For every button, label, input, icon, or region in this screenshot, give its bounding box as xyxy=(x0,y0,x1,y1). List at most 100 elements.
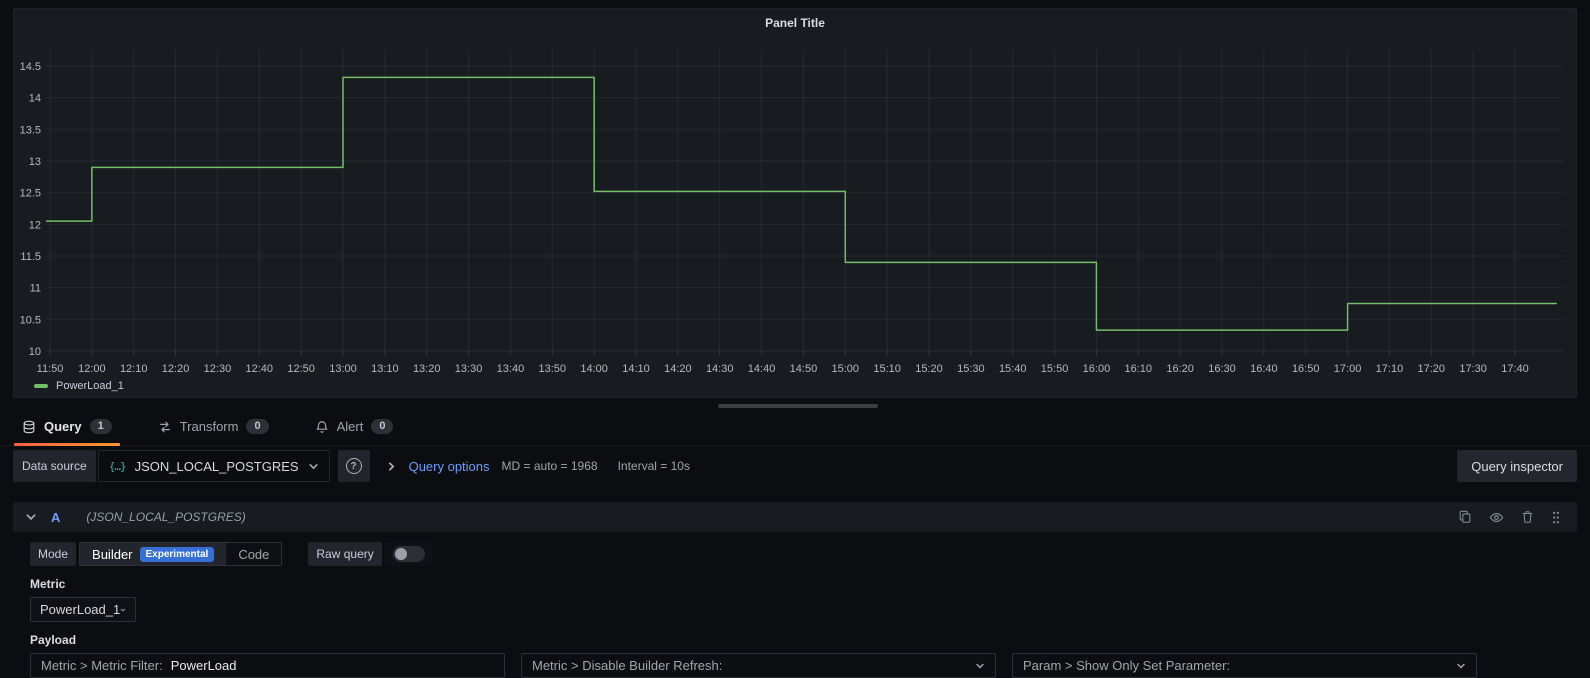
metric-filter-field-value[interactable]: PowerLoad xyxy=(171,658,237,673)
svg-text:10.5: 10.5 xyxy=(20,314,41,326)
duplicate-query-button[interactable] xyxy=(1458,510,1472,524)
svg-text:16:40: 16:40 xyxy=(1250,363,1278,375)
raw-query-toggle[interactable] xyxy=(385,542,433,566)
svg-text:11:50: 11:50 xyxy=(37,363,64,375)
svg-text:15:10: 15:10 xyxy=(873,363,901,375)
svg-text:17:20: 17:20 xyxy=(1418,363,1446,375)
legend-swatch xyxy=(34,384,48,388)
svg-text:12:10: 12:10 xyxy=(120,363,148,375)
collapse-chevron-icon[interactable] xyxy=(25,511,37,523)
chevron-right-icon xyxy=(386,461,397,472)
svg-text:14:50: 14:50 xyxy=(790,363,818,375)
time-series-chart: 11:50 12:00 12:10 12:20 12:30 12:40 12:50 13:00… xyxy=(14,9,1578,399)
svg-text:15:40: 15:40 xyxy=(999,363,1027,375)
editor-tabs: Query 1 Transform 0 Alert 0 xyxy=(0,408,1590,446)
mode-row: Mode Builder Experimental Code Raw query xyxy=(30,542,1577,566)
svg-text:12:30: 12:30 xyxy=(204,363,232,375)
svg-text:12.5: 12.5 xyxy=(20,188,41,200)
tab-alert-count-badge: 0 xyxy=(371,419,393,434)
svg-text:15:00: 15:00 xyxy=(832,363,860,375)
svg-text:12:40: 12:40 xyxy=(246,363,274,375)
tab-alert[interactable]: Alert 0 xyxy=(307,408,402,446)
svg-text:13:10: 13:10 xyxy=(371,363,399,375)
svg-text:13: 13 xyxy=(29,156,41,168)
mode-option-code[interactable]: Code xyxy=(226,543,281,565)
datasource-name: JSON_LOCAL_POSTGRES xyxy=(135,459,299,474)
chevron-down-icon xyxy=(1456,661,1466,671)
raw-query-label: Raw query xyxy=(308,542,381,566)
hide-query-button[interactable] xyxy=(1489,510,1504,525)
svg-text:14:10: 14:10 xyxy=(622,363,650,375)
svg-text:16:50: 16:50 xyxy=(1292,363,1320,375)
svg-text:17:30: 17:30 xyxy=(1459,363,1487,375)
svg-text:13:00: 13:00 xyxy=(329,363,357,375)
svg-text:13:20: 13:20 xyxy=(413,363,441,375)
svg-text:14: 14 xyxy=(29,93,41,105)
tab-query-count-badge: 1 xyxy=(90,419,112,434)
metric-filter-field[interactable]: Metric > Metric Filter: PowerLoad xyxy=(30,653,505,678)
svg-text:13:40: 13:40 xyxy=(497,363,525,375)
json-datasource-icon: {…} xyxy=(109,460,126,473)
toggle-switch-off[interactable] xyxy=(393,546,425,562)
svg-text:13:30: 13:30 xyxy=(455,363,483,375)
svg-text:12:00: 12:00 xyxy=(78,363,106,375)
svg-text:16:00: 16:00 xyxy=(1083,363,1111,375)
query-editor-row: A (JSON_LOCAL_POSTGRES) xyxy=(13,502,1577,678)
svg-text:12:50: 12:50 xyxy=(287,363,315,375)
transform-icon xyxy=(158,420,172,434)
datasource-label: Data source xyxy=(13,450,96,482)
raw-query-control: Raw query xyxy=(308,542,432,566)
svg-text:15:20: 15:20 xyxy=(915,363,943,375)
tab-alert-label: Alert xyxy=(337,419,364,434)
mode-radio-group: Builder Experimental Code xyxy=(79,542,282,566)
tab-query[interactable]: Query 1 xyxy=(14,408,120,446)
svg-text:14:40: 14:40 xyxy=(748,363,776,375)
query-inspector-button[interactable]: Query inspector xyxy=(1457,450,1577,482)
payload-row: Metric > Metric Filter: PowerLoad Metric… xyxy=(30,653,1577,678)
query-toolbar: Data source {…} JSON_LOCAL_POSTGRES ? Qu… xyxy=(13,450,1577,482)
metric-section-label: Metric xyxy=(30,577,1577,591)
tab-transform[interactable]: Transform 0 xyxy=(150,408,277,446)
svg-text:12: 12 xyxy=(29,219,41,231)
show-only-set-parameter-field[interactable]: Param > Show Only Set Parameter: xyxy=(1012,653,1477,678)
svg-text:12:20: 12:20 xyxy=(162,363,190,375)
max-data-points-stat: MD = auto = 1968 xyxy=(502,459,598,473)
datasource-help-button[interactable]: ? xyxy=(338,450,370,482)
show-only-set-parameter-label: Param > Show Only Set Parameter: xyxy=(1023,658,1230,673)
svg-text:15:50: 15:50 xyxy=(1041,363,1069,375)
metric-select[interactable]: PowerLoad_1 xyxy=(30,597,136,622)
svg-text:14:30: 14:30 xyxy=(706,363,734,375)
question-circle-icon: ? xyxy=(346,458,362,474)
builder-option-label: Builder xyxy=(92,547,132,562)
legend-series-label[interactable]: PowerLoad_1 xyxy=(56,380,124,392)
query-options-section[interactable]: Query options MD = auto = 1968 Interval … xyxy=(386,459,690,474)
svg-text:15:30: 15:30 xyxy=(957,363,985,375)
remove-query-button[interactable] xyxy=(1521,510,1534,524)
chart-legend[interactable]: PowerLoad_1 xyxy=(34,380,124,392)
svg-text:14.5: 14.5 xyxy=(20,61,41,73)
svg-text:17:10: 17:10 xyxy=(1376,363,1404,375)
bell-icon xyxy=(315,420,329,434)
query-row-header[interactable]: A (JSON_LOCAL_POSTGRES) xyxy=(13,502,1577,532)
tab-query-label: Query xyxy=(44,419,82,434)
copy-icon xyxy=(1458,510,1472,524)
datasource-picker[interactable]: {…} JSON_LOCAL_POSTGRES xyxy=(98,450,330,482)
mode-option-builder[interactable]: Builder Experimental xyxy=(80,543,226,565)
drag-dots-icon xyxy=(1551,510,1561,525)
metric-select-value: PowerLoad_1 xyxy=(40,602,120,617)
svg-text:14:20: 14:20 xyxy=(664,363,692,375)
svg-text:17:00: 17:00 xyxy=(1334,363,1362,375)
query-ref-id[interactable]: A xyxy=(51,510,60,525)
metric-filter-field-label: Metric > Metric Filter: xyxy=(41,658,163,673)
disable-builder-refresh-field[interactable]: Metric > Disable Builder Refresh: xyxy=(521,653,996,678)
trash-icon xyxy=(1521,510,1534,524)
drag-query-handle[interactable] xyxy=(1551,510,1561,525)
code-option-label: Code xyxy=(238,547,269,562)
chevron-down-icon xyxy=(120,605,126,615)
query-options-link[interactable]: Query options xyxy=(409,459,490,474)
svg-text:13.5: 13.5 xyxy=(20,124,41,136)
svg-text:13:50: 13:50 xyxy=(539,363,567,375)
svg-text:16:10: 16:10 xyxy=(1125,363,1153,375)
query-editor-body: Mode Builder Experimental Code Raw query… xyxy=(13,532,1577,678)
disable-builder-refresh-label: Metric > Disable Builder Refresh: xyxy=(532,658,722,673)
